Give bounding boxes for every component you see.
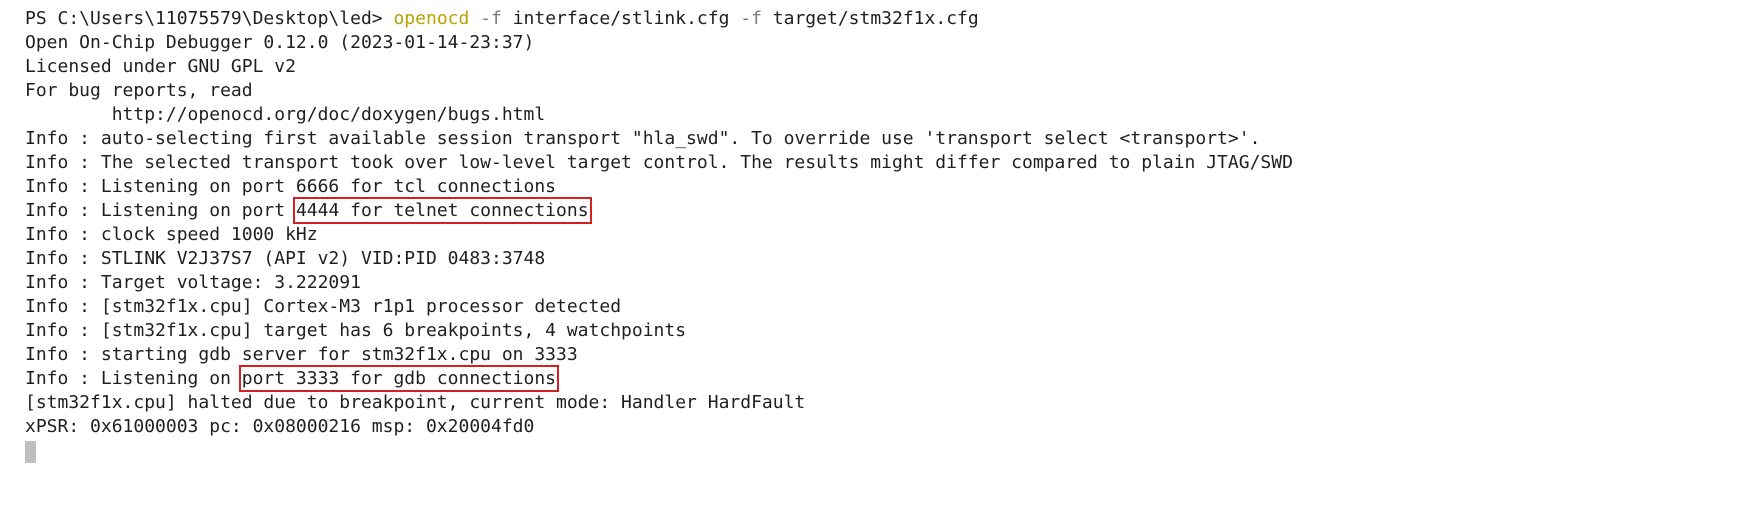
- output-line-telnet: Info : Listening on port 4444 for telnet…: [25, 197, 1747, 224]
- prompt-line: PS C:\Users\11075579\Desktop\led> openoc…: [25, 7, 1747, 31]
- prompt-path: PS C:\Users\11075579\Desktop\led>: [25, 8, 394, 29]
- highlight-box-telnet: 4444 for telnet connections: [292, 197, 592, 224]
- command-flag: -f: [729, 8, 773, 29]
- output-line: Info : [stm32f1x.cpu] target has 6 break…: [25, 320, 687, 341]
- output-text: Info : Listening on: [25, 368, 242, 389]
- command-argument: interface/stlink.cfg: [512, 8, 730, 29]
- output-line-gdb: Info : Listening on port 3333 for gdb co…: [25, 365, 1747, 392]
- output-line: Info : [stm32f1x.cpu] Cortex-M3 r1p1 pro…: [25, 296, 622, 317]
- input-line[interactable]: [25, 439, 1747, 463]
- output-text: Info : Listening on port: [25, 200, 296, 221]
- output-line: Info : clock speed 1000 kHz: [25, 224, 318, 245]
- output-line: [stm32f1x.cpu] halted due to breakpoint,…: [25, 392, 806, 413]
- text-cursor[interactable]: [25, 440, 36, 463]
- output-line: Licensed under GNU GPL v2: [25, 56, 296, 77]
- output-line: http://openocd.org/doc/doxygen/bugs.html: [25, 104, 546, 125]
- output-line: xPSR: 0x61000003 pc: 0x08000216 msp: 0x2…: [25, 416, 535, 437]
- command-name: openocd: [393, 8, 470, 29]
- terminal-window[interactable]: PS C:\Users\11075579\Desktop\led> openoc…: [0, 0, 1747, 506]
- command-argument: target/stm32f1x.cfg: [772, 8, 979, 29]
- output-line: Open On-Chip Debugger 0.12.0 (2023-01-14…: [25, 32, 535, 53]
- command-flag: -f: [469, 8, 513, 29]
- output-line: Info : The selected transport took over …: [25, 152, 1293, 173]
- output-line: Info : STLINK V2J37S7 (API v2) VID:PID 0…: [25, 248, 546, 269]
- output-line: For bug reports, read: [25, 80, 253, 101]
- highlight-box-gdb: port 3333 for gdb connections: [238, 365, 560, 392]
- output-line: Info : starting gdb server for stm32f1x.…: [25, 344, 578, 365]
- output-line: Info : Listening on port 6666 for tcl co…: [25, 176, 557, 197]
- output-line: Info : auto-selecting first available se…: [25, 128, 1261, 149]
- output-line: Info : Target voltage: 3.222091: [25, 272, 361, 293]
